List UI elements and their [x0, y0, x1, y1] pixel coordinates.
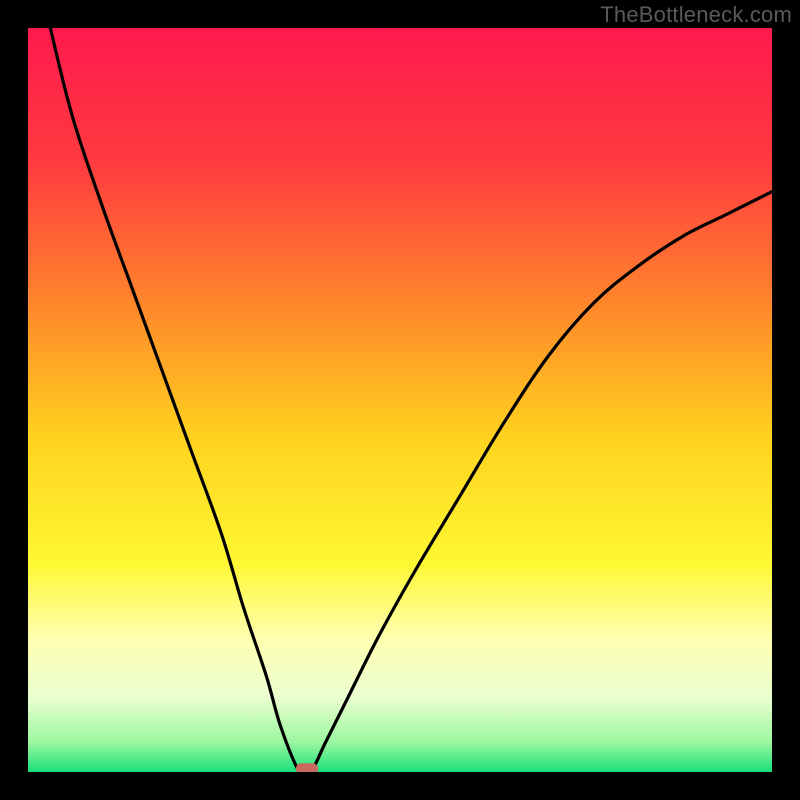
chart-frame: TheBottleneck.com — [0, 0, 800, 800]
frame-strip — [0, 772, 800, 800]
frame-strip — [0, 0, 28, 800]
plot-background — [28, 28, 772, 772]
chart-svg — [0, 0, 800, 800]
attribution-text: TheBottleneck.com — [600, 2, 792, 28]
frame-strip — [772, 0, 800, 800]
